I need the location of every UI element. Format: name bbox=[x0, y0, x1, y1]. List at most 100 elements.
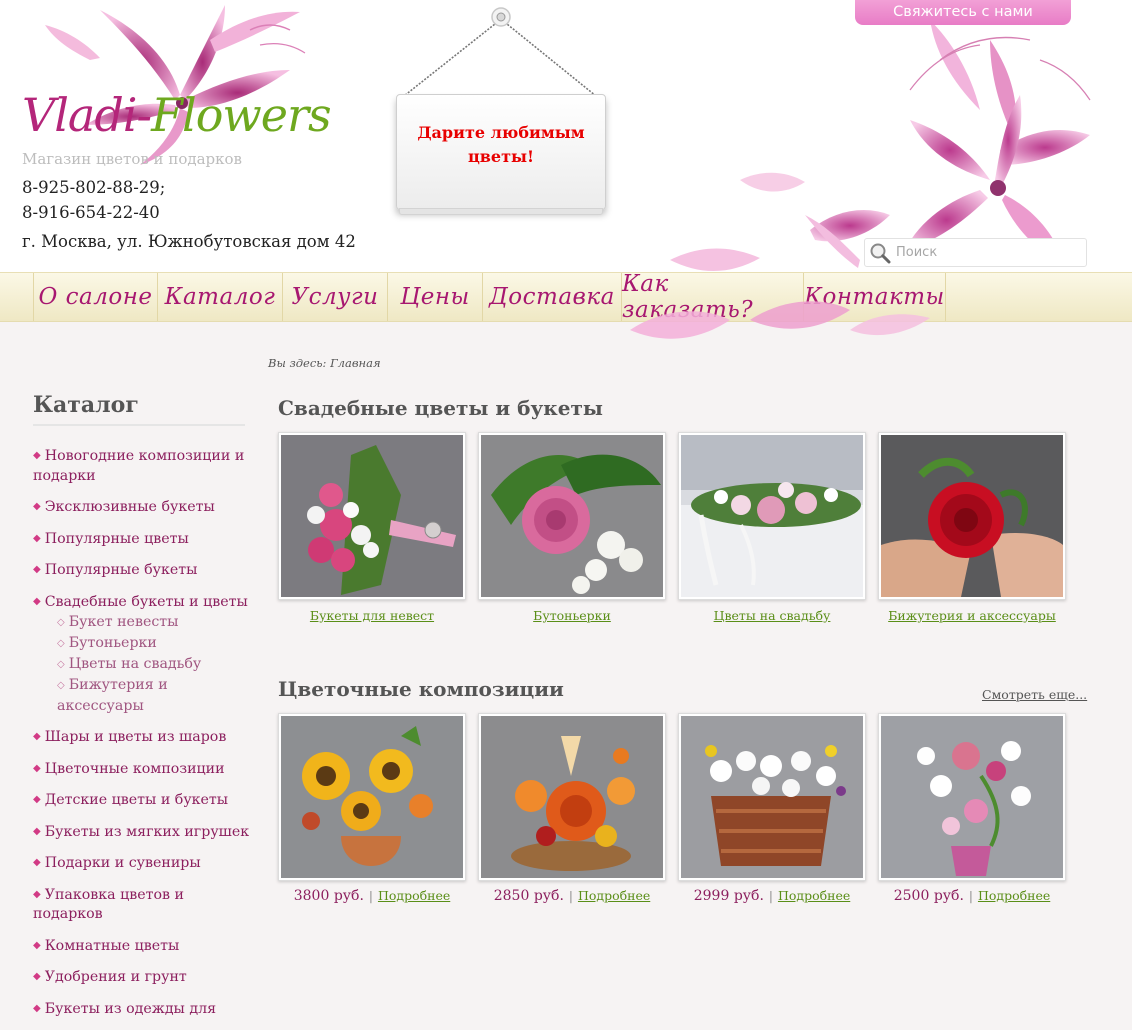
product-card: 2500 руб. | Подробнее bbox=[878, 713, 1066, 904]
separator: | bbox=[768, 889, 773, 903]
site-header: Vladi-Flowers Магазин цветов и подарков … bbox=[0, 0, 1132, 272]
catalog-item-wedding[interactable]: ◆ Свадебные букеты и цветы ◇ Букет невесты… bbox=[33, 592, 258, 717]
catalog-item-label: Комнатные цветы bbox=[44, 937, 180, 954]
logo-text-flowers: Flowers bbox=[151, 88, 332, 142]
product-photo[interactable] bbox=[278, 432, 466, 600]
see-more-link[interactable]: Смотреть еще... bbox=[982, 687, 1087, 702]
bullet-icon: ◆ bbox=[33, 501, 41, 512]
catalog-item-label: Удобрения и грунт bbox=[44, 969, 187, 985]
search-box bbox=[864, 238, 1087, 267]
catalog-item[interactable]: ◆ Цветочные композиции bbox=[33, 759, 258, 780]
catalog-item[interactable]: ◆ Шары и цветы из шаров bbox=[33, 727, 258, 748]
site-logo[interactable]: Vladi-Flowers bbox=[22, 80, 332, 150]
wedding-table-flowers-image bbox=[681, 435, 863, 597]
product-photo[interactable] bbox=[878, 713, 1066, 881]
category-link[interactable]: Бутоньерки bbox=[478, 608, 666, 623]
catalog-item-label: Новогодние композиции и подарки bbox=[33, 448, 245, 484]
catalog-item[interactable]: ◆ Удобрения и грунт bbox=[33, 967, 258, 988]
separator: | bbox=[568, 889, 573, 903]
catalog-item-label: Букеты из одежды для bbox=[44, 1000, 217, 1017]
composition-cards: 3800 руб. | Подробнее 2850 руб. | Подробнее bbox=[278, 713, 1078, 904]
bullet-icon: ◆ bbox=[33, 794, 41, 805]
catalog-item[interactable]: ◆ Популярные букеты bbox=[33, 560, 258, 581]
catalog-item[interactable]: ◆ Подарки и сувениры bbox=[33, 853, 258, 874]
sign-text: Дарите любимым цветы! bbox=[417, 123, 585, 166]
bullet-icon: ◆ bbox=[33, 731, 41, 742]
bullet-icon: ◆ bbox=[33, 888, 41, 900]
category-link[interactable]: Букеты для невест bbox=[278, 608, 466, 623]
category-link[interactable]: Цветы на свадьбу bbox=[678, 608, 866, 623]
product-photo[interactable] bbox=[878, 432, 1066, 600]
autumn-composition-image bbox=[481, 716, 663, 878]
product-price: 2850 руб. bbox=[493, 888, 564, 904]
product-card: 2850 руб. | Подробнее bbox=[478, 713, 666, 904]
subcatalog-item[interactable]: ◇ Цветы на свадьбу bbox=[57, 654, 258, 675]
catalog-item[interactable]: ◆ Эксклюзивные букеты bbox=[33, 497, 258, 518]
catalog-item-label: Эксклюзивные букеты bbox=[44, 499, 215, 515]
catalog-item[interactable]: ◆ Популярные цветы bbox=[33, 529, 258, 550]
catalog-sidebar: Каталог ◆ Новогодние композиции и подарки… bbox=[33, 392, 258, 1030]
subcatalog-item[interactable]: ◇ Бижутерия и аксессуары bbox=[57, 675, 258, 716]
details-link[interactable]: Подробнее bbox=[578, 888, 650, 903]
price-row: 2850 руб. | Подробнее bbox=[478, 888, 666, 904]
product-card: Цветы на свадьбу bbox=[678, 432, 866, 623]
catalog-item[interactable]: ◆ Новогодние композиции и подарки bbox=[33, 446, 258, 486]
details-link[interactable]: Подробнее bbox=[378, 888, 450, 903]
breadcrumb: Вы здесь: Главная bbox=[268, 356, 381, 370]
phone-number-2: 8-916-654-22-40 bbox=[22, 203, 160, 222]
bullet-icon: ◆ bbox=[33, 857, 41, 868]
product-price: 3800 руб. bbox=[293, 888, 364, 904]
product-photo[interactable] bbox=[678, 432, 866, 600]
basket-composition-image bbox=[681, 716, 863, 878]
boutonniere-image bbox=[481, 435, 663, 597]
catalog-item[interactable]: ◆ Букеты из мягких игрушек bbox=[33, 822, 258, 843]
wedding-sublist: ◇ Букет невесты ◇ Бутоньерки ◇ Цветы на сва… bbox=[33, 612, 258, 716]
bullet-icon: ◇ bbox=[57, 638, 65, 649]
product-photo[interactable] bbox=[478, 432, 666, 600]
nav-item-catalog[interactable]: Каталог bbox=[157, 273, 282, 321]
separator: | bbox=[368, 889, 373, 903]
sidebar-title: Каталог bbox=[33, 392, 245, 426]
search-icon[interactable] bbox=[868, 241, 892, 265]
price-row: 2500 руб. | Подробнее bbox=[878, 888, 1066, 904]
product-photo[interactable] bbox=[678, 713, 866, 881]
contact-us-button[interactable]: Свяжитесь с нами bbox=[855, 0, 1071, 25]
product-photo[interactable] bbox=[278, 713, 466, 881]
catalog-item-label: Подарки и сувениры bbox=[44, 855, 201, 871]
catalog-item[interactable]: ◆ Упаковка цветов и подарков bbox=[33, 885, 258, 925]
product-card: Букеты для невест bbox=[278, 432, 466, 623]
details-link[interactable]: Подробнее bbox=[778, 888, 850, 903]
sign-board: Дарите любимым цветы! bbox=[396, 94, 606, 215]
subcatalog-item[interactable]: ◇ Бутоньерки bbox=[57, 633, 258, 654]
orchid-composition-image bbox=[881, 716, 1063, 878]
sign-string-icon bbox=[401, 7, 599, 100]
subcatalog-item-label: Букет невесты bbox=[68, 614, 179, 630]
main-nav: О салоне Каталог Услуги Цены Доставка Ка… bbox=[0, 271, 1132, 323]
catalog-item[interactable]: ◆ Комнатные цветы bbox=[33, 936, 258, 957]
bullet-icon: ◇ bbox=[57, 617, 65, 628]
search-input[interactable] bbox=[892, 245, 1077, 260]
catalog-item-label: Популярные цветы bbox=[44, 530, 189, 547]
bullet-icon: ◇ bbox=[57, 659, 65, 670]
bullet-icon: ◆ bbox=[33, 825, 41, 837]
bullet-icon: ◆ bbox=[33, 595, 41, 607]
subcatalog-item-label: Бутоньерки bbox=[68, 635, 157, 651]
category-link[interactable]: Бижутерия и аксессуары bbox=[878, 608, 1066, 623]
bullet-icon: ◆ bbox=[33, 762, 41, 774]
product-card: Бутоньерки bbox=[478, 432, 666, 623]
catalog-item-label: Упаковка цветов и подарков bbox=[33, 886, 184, 923]
product-photo[interactable] bbox=[478, 713, 666, 881]
catalog-item[interactable]: ◆ Детские цветы и букеты bbox=[33, 790, 258, 811]
details-link[interactable]: Подробнее bbox=[978, 888, 1050, 903]
nav-item-how-to-order[interactable]: Как заказать? bbox=[621, 271, 803, 323]
subcatalog-item[interactable]: ◇ Букет невесты bbox=[57, 612, 258, 633]
nav-item-delivery[interactable]: Доставка bbox=[482, 273, 621, 321]
price-row: 3800 руб. | Подробнее bbox=[278, 888, 466, 904]
nav-item-services[interactable]: Услуги bbox=[282, 273, 387, 321]
catalog-item[interactable]: ◆ Букеты из одежды для bbox=[33, 999, 258, 1020]
nav-item-contacts[interactable]: Контакты bbox=[803, 273, 946, 321]
catalog-item-label: Цветочные композиции bbox=[44, 760, 225, 777]
nav-item-prices[interactable]: Цены bbox=[387, 273, 482, 321]
nav-item-about[interactable]: О салоне bbox=[33, 273, 157, 321]
bullet-icon: ◆ bbox=[33, 939, 41, 951]
